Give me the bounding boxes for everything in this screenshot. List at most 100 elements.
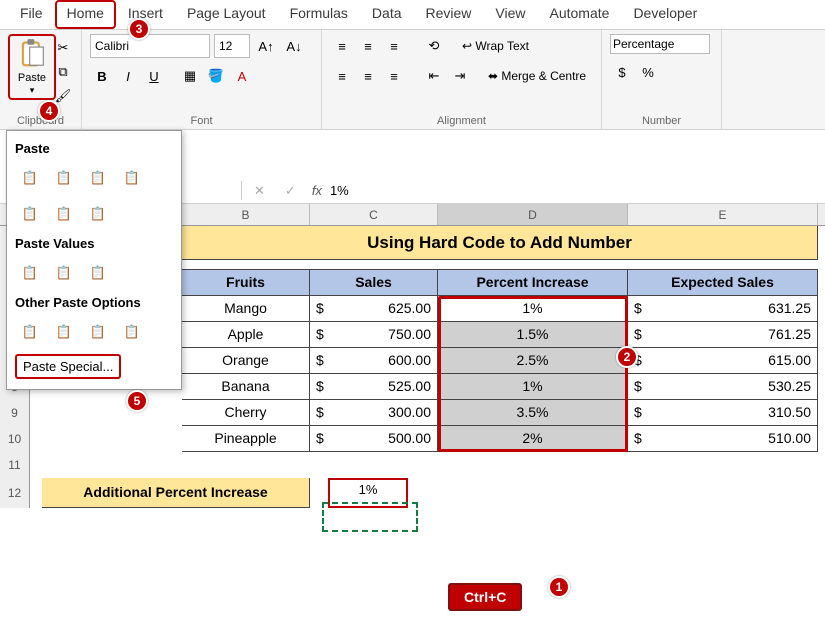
row-header[interactable]: 9 — [0, 400, 30, 426]
cell-fruit[interactable]: Pineapple — [182, 426, 310, 452]
cell-expected[interactable]: $310.50 — [628, 400, 818, 426]
paste-normal-icon[interactable]: 📋 — [15, 164, 45, 192]
header-fruits: Fruits — [182, 270, 310, 296]
tab-home[interactable]: Home — [55, 0, 116, 29]
borders-icon[interactable]: ▦ — [178, 64, 202, 88]
number-format-select[interactable] — [610, 34, 710, 54]
increase-font-icon[interactable]: A↑ — [254, 34, 278, 58]
cell-expected[interactable]: $761.25 — [628, 322, 818, 348]
align-top-icon[interactable]: ≡ — [330, 34, 354, 58]
tab-review[interactable]: Review — [414, 0, 484, 29]
cell-percent[interactable]: 1% — [438, 374, 628, 400]
tab-formulas[interactable]: Formulas — [278, 0, 360, 29]
cell-fruit[interactable]: Mango — [182, 296, 310, 322]
fill-color-icon[interactable]: 🪣 — [204, 64, 228, 88]
header-percent: Percent Increase — [438, 270, 628, 296]
cell-sales[interactable]: $500.00 — [310, 426, 438, 452]
fx-icon[interactable]: fx — [304, 183, 330, 198]
group-label: Number — [602, 115, 721, 127]
paste-linked-pic-icon[interactable]: 📋 — [117, 318, 147, 346]
increase-indent-icon[interactable]: ⇥ — [448, 64, 472, 88]
tab-view[interactable]: View — [483, 0, 537, 29]
cell-percent[interactable]: 1.5% — [438, 322, 628, 348]
paste-button[interactable]: Paste▾ — [8, 34, 56, 100]
tab-data[interactable]: Data — [360, 0, 414, 29]
cell-expected[interactable]: $530.25 — [628, 374, 818, 400]
cell-sales[interactable]: $525.00 — [310, 374, 438, 400]
cell-sales[interactable]: $750.00 — [310, 322, 438, 348]
paste-picture-icon[interactable]: 📋 — [83, 318, 113, 346]
cell-fruit[interactable]: Orange — [182, 348, 310, 374]
paste-no-border-icon[interactable]: 📋 — [15, 200, 45, 228]
cell-percent[interactable]: 2.5% — [438, 348, 628, 374]
percent-icon[interactable]: % — [636, 60, 660, 84]
ribbon: Paste▾ ✂ ⧉ 🖌 Clipboard A↑ A↓ B I U ▦ 🪣 A… — [0, 30, 825, 130]
paste-keep-src-icon[interactable]: 📋 — [117, 164, 147, 192]
decrease-font-icon[interactable]: A↓ — [282, 34, 306, 58]
cell-sales[interactable]: $600.00 — [310, 348, 438, 374]
cell-sales[interactable]: $300.00 — [310, 400, 438, 426]
paste-menu-header: Paste — [13, 137, 175, 160]
orientation-icon[interactable]: ⟲ — [422, 34, 446, 58]
cell-percent[interactable]: 2% — [438, 426, 628, 452]
copy-icon[interactable]: ⧉ — [51, 60, 75, 84]
font-size-select[interactable] — [214, 34, 250, 58]
paste-link-icon[interactable]: 📋 — [49, 318, 79, 346]
tab-developer[interactable]: Developer — [621, 0, 709, 29]
cell-expected[interactable]: $510.00 — [628, 426, 818, 452]
cell-expected[interactable]: $615.00 — [628, 348, 818, 374]
decrease-indent-icon[interactable]: ⇤ — [422, 64, 446, 88]
paste-formatting-icon[interactable]: 📋 — [15, 318, 45, 346]
tab-automate[interactable]: Automate — [538, 0, 622, 29]
italic-button[interactable]: I — [116, 64, 140, 88]
col-c[interactable]: C — [310, 204, 438, 225]
ctrl-c-callout: Ctrl+C — [448, 583, 522, 611]
row-12[interactable]: 12 — [0, 478, 30, 508]
tab-file[interactable]: File — [8, 0, 55, 29]
align-center-icon[interactable]: ≡ — [356, 64, 380, 88]
paste-values-icon[interactable]: 📋 — [15, 259, 45, 287]
cell-expected[interactable]: $631.25 — [628, 296, 818, 322]
cut-icon[interactable]: ✂ — [51, 36, 75, 60]
paste-special-menu-item[interactable]: Paste Special... — [15, 354, 121, 379]
merge-center-button[interactable]: ⬌ Merge & Centre — [488, 69, 586, 83]
currency-icon[interactable]: $ — [610, 60, 634, 84]
paste-values-src-icon[interactable]: 📋 — [83, 259, 113, 287]
font-color-icon[interactable]: A — [230, 64, 254, 88]
additional-value-cell[interactable]: 1% — [328, 478, 408, 508]
cell-fruit[interactable]: Banana — [182, 374, 310, 400]
paste-transpose-icon[interactable]: 📋 — [83, 200, 113, 228]
align-left-icon[interactable]: ≡ — [330, 64, 354, 88]
paste-keep-width-icon[interactable]: 📋 — [49, 200, 79, 228]
row-header[interactable]: 10 — [0, 426, 30, 452]
cancel-icon[interactable]: ✕ — [242, 183, 277, 199]
font-name-select[interactable] — [90, 34, 210, 58]
marker-3: 3 — [128, 18, 150, 40]
align-bottom-icon[interactable]: ≡ — [382, 34, 406, 58]
tab-page-layout[interactable]: Page Layout — [175, 0, 278, 29]
col-d[interactable]: D — [438, 204, 628, 225]
marker-4: 4 — [38, 100, 60, 122]
row-11[interactable]: 11 — [0, 452, 30, 478]
col-e[interactable]: E — [628, 204, 818, 225]
formula-value[interactable]: 1% — [330, 183, 349, 198]
group-number: $ % Number — [602, 30, 722, 129]
cell-percent[interactable]: 1% — [438, 296, 628, 322]
cell-fruit[interactable]: Apple — [182, 322, 310, 348]
underline-button[interactable]: U — [142, 64, 166, 88]
cell-percent[interactable]: 3.5% — [438, 400, 628, 426]
align-right-icon[interactable]: ≡ — [382, 64, 406, 88]
paste-formulas-icon[interactable]: 📋 — [49, 164, 79, 192]
other-paste-header: Other Paste Options — [13, 291, 175, 314]
enter-icon[interactable]: ✓ — [277, 183, 304, 199]
marker-1: 1 — [548, 576, 570, 598]
paste-values-num-icon[interactable]: 📋 — [49, 259, 79, 287]
wrap-text-button[interactable]: ↩ Wrap Text — [462, 39, 529, 53]
paste-fx-fmt-icon[interactable]: 📋 — [83, 164, 113, 192]
bold-button[interactable]: B — [90, 64, 114, 88]
align-middle-icon[interactable]: ≡ — [356, 34, 380, 58]
cell-fruit[interactable]: Cherry — [182, 400, 310, 426]
name-box[interactable] — [182, 181, 242, 200]
cell-sales[interactable]: $625.00 — [310, 296, 438, 322]
col-b[interactable]: B — [182, 204, 310, 225]
